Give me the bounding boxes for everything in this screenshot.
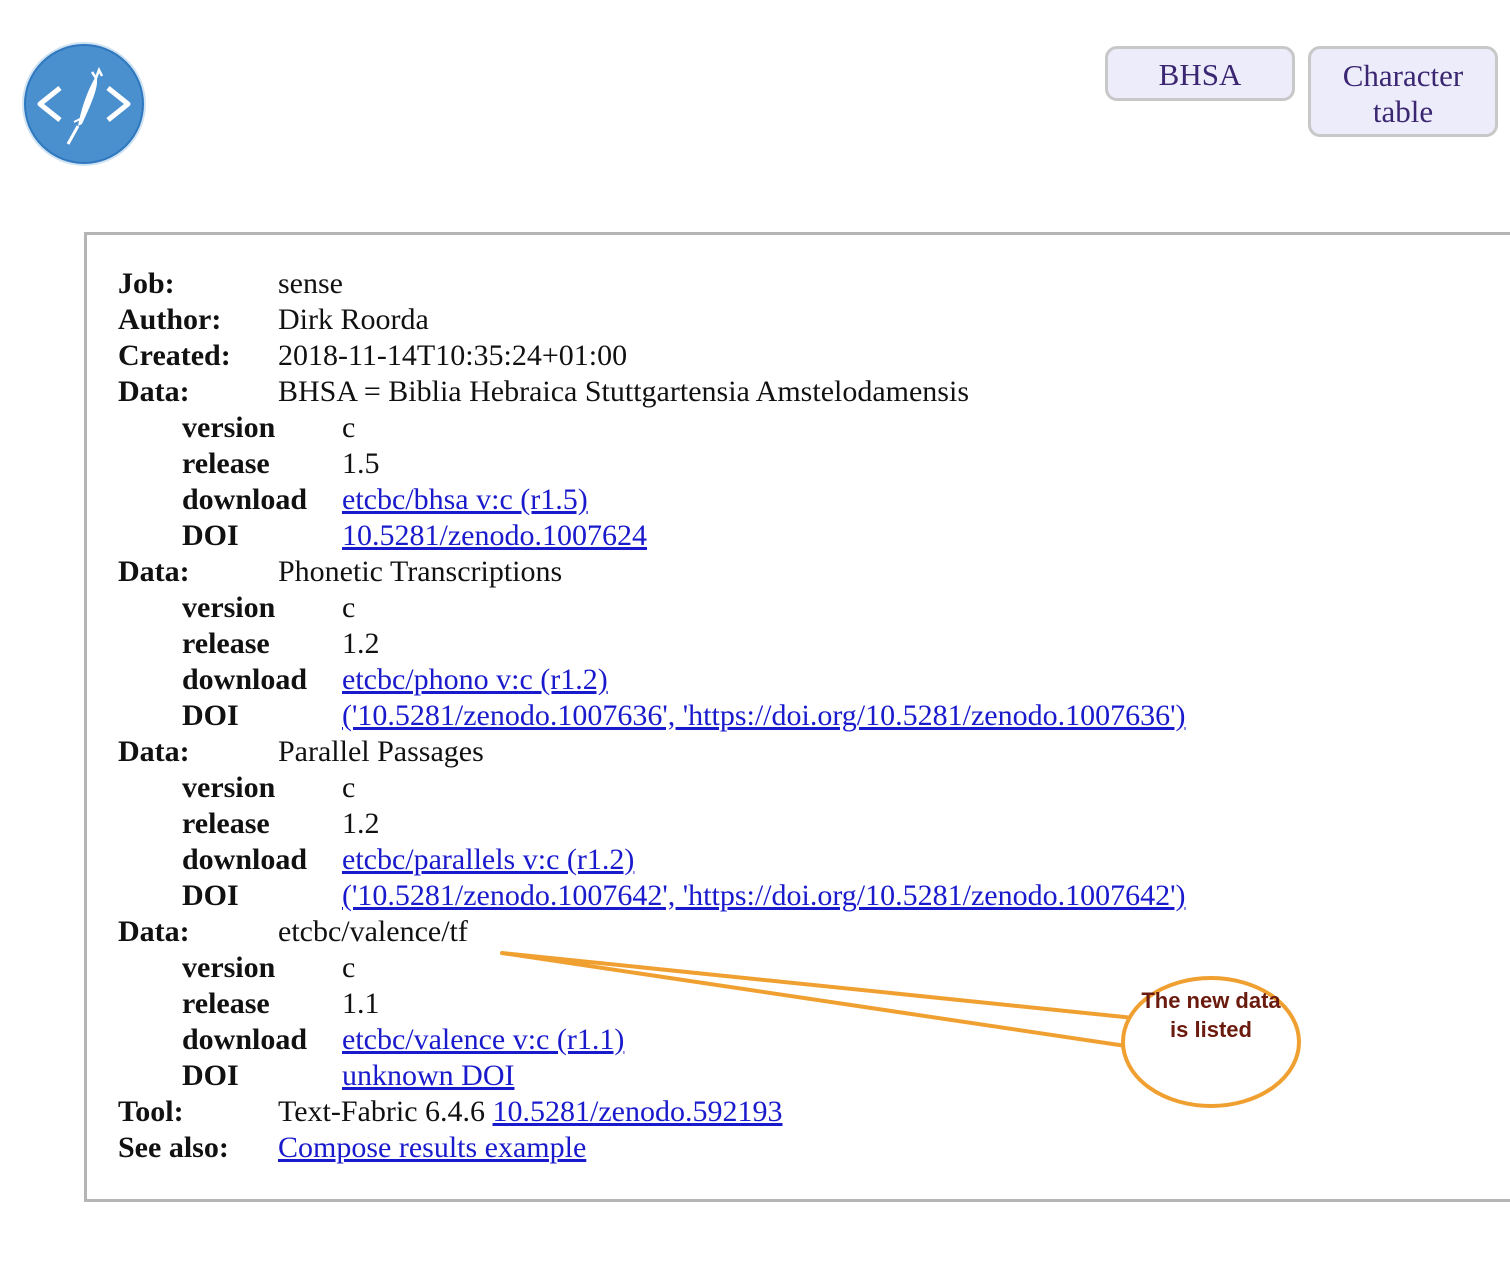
doi-link[interactable]: 10.5281/zenodo.1007624 — [342, 518, 647, 554]
version-label: version — [182, 951, 276, 984]
doi-label: DOI — [182, 1059, 239, 1092]
release-value: 1.1 — [342, 987, 380, 1020]
tool-value: Text-Fabric 6.4.6 — [278, 1095, 486, 1128]
created-label: Created: — [118, 339, 231, 372]
version-value: c — [342, 411, 356, 444]
release-row: release 1.5 — [118, 446, 1418, 482]
compose-results-link[interactable]: Compose results example — [278, 1130, 586, 1166]
doi-label: DOI — [182, 879, 239, 912]
version-value: c — [342, 591, 356, 624]
doi-row: DOI unknown DOI — [118, 1058, 1418, 1094]
data-name: Parallel Passages — [278, 735, 484, 768]
download-row: download etcbc/bhsa v:c (r1.5) — [118, 482, 1418, 518]
author-value: Dirk Roorda — [278, 303, 429, 336]
download-row: download etcbc/phono v:c (r1.2) — [118, 662, 1418, 698]
author-label: Author: — [118, 303, 222, 336]
callout-text: The new data is listed — [1141, 988, 1281, 1042]
download-link[interactable]: etcbc/phono v:c (r1.2) — [342, 662, 608, 698]
release-label: release — [182, 627, 270, 660]
version-row: version c — [118, 590, 1418, 626]
download-label: download — [182, 483, 308, 516]
version-label: version — [182, 411, 276, 444]
data-row: Data: BHSA = Biblia Hebraica Stuttgarten… — [118, 374, 1418, 410]
data-row: Data: etcbc/valence/tf — [118, 914, 1418, 950]
created-row: Created: 2018-11-14T10:35:24+01:00 — [118, 338, 1418, 374]
download-label: download — [182, 663, 308, 696]
data-row: Data: Phonetic Transcriptions — [118, 554, 1418, 590]
download-label: download — [182, 843, 308, 876]
version-label: version — [182, 771, 276, 804]
data-label: Data: — [118, 375, 190, 408]
data-label: Data: — [118, 915, 190, 948]
tool-row: Tool: Text-Fabric 6.4.6 10.5281/zenodo.5… — [118, 1094, 1418, 1130]
download-row: download etcbc/parallels v:c (r1.2) — [118, 842, 1418, 878]
job-label: Job: — [118, 267, 175, 300]
see-also-row: See also: Compose results example — [118, 1130, 1418, 1166]
release-value: 1.5 — [342, 447, 380, 480]
download-link[interactable]: etcbc/valence v:c (r1.1) — [342, 1022, 624, 1058]
doi-link[interactable]: unknown DOI — [342, 1058, 515, 1094]
download-link[interactable]: etcbc/bhsa v:c (r1.5) — [342, 482, 588, 518]
tool-label: Tool: — [118, 1095, 184, 1128]
data-label: Data: — [118, 555, 190, 588]
version-value: c — [342, 771, 356, 804]
release-value: 1.2 — [342, 807, 380, 840]
character-table-button[interactable]: Character table — [1308, 46, 1498, 137]
doi-label: DOI — [182, 699, 239, 732]
release-row: release 1.2 — [118, 806, 1418, 842]
data-name: etcbc/valence/tf — [278, 915, 468, 948]
tool-value-wrap: Text-Fabric 6.4.6 10.5281/zenodo.592193 — [278, 1094, 782, 1130]
download-label: download — [182, 1023, 308, 1056]
bhsa-button[interactable]: BHSA — [1105, 46, 1295, 101]
data-name: BHSA = Biblia Hebraica Stuttgartensia Am… — [278, 375, 969, 408]
version-label: version — [182, 591, 276, 624]
doi-label: DOI — [182, 519, 239, 552]
see-also-label: See also: — [118, 1131, 229, 1164]
tool-doi-link[interactable]: 10.5281/zenodo.592193 — [493, 1095, 783, 1128]
job-row: Job: sense — [118, 266, 1418, 302]
data-row: Data: Parallel Passages — [118, 734, 1418, 770]
logo — [20, 40, 148, 168]
doi-link[interactable]: ('10.5281/zenodo.1007636', 'https://doi.… — [342, 698, 1186, 734]
created-value: 2018-11-14T10:35:24+01:00 — [278, 339, 628, 372]
download-link[interactable]: etcbc/parallels v:c (r1.2) — [342, 842, 634, 878]
code-quill-icon — [22, 42, 146, 166]
version-value: c — [342, 951, 356, 984]
release-row: release 1.2 — [118, 626, 1418, 662]
release-value: 1.2 — [342, 627, 380, 660]
doi-row: DOI ('10.5281/zenodo.1007642', 'https://… — [118, 878, 1418, 914]
data-label: Data: — [118, 735, 190, 768]
release-label: release — [182, 987, 270, 1020]
release-label: release — [182, 447, 270, 480]
doi-row: DOI ('10.5281/zenodo.1007636', 'https://… — [118, 698, 1418, 734]
data-name: Phonetic Transcriptions — [278, 555, 563, 588]
version-row: version c — [118, 950, 1418, 986]
doi-row: DOI 10.5281/zenodo.1007624 — [118, 518, 1418, 554]
version-row: version c — [118, 410, 1418, 446]
release-label: release — [182, 807, 270, 840]
version-row: version c — [118, 770, 1418, 806]
job-value: sense — [278, 267, 343, 300]
author-row: Author: Dirk Roorda — [118, 302, 1418, 338]
doi-link[interactable]: ('10.5281/zenodo.1007642', 'https://doi.… — [342, 878, 1186, 914]
